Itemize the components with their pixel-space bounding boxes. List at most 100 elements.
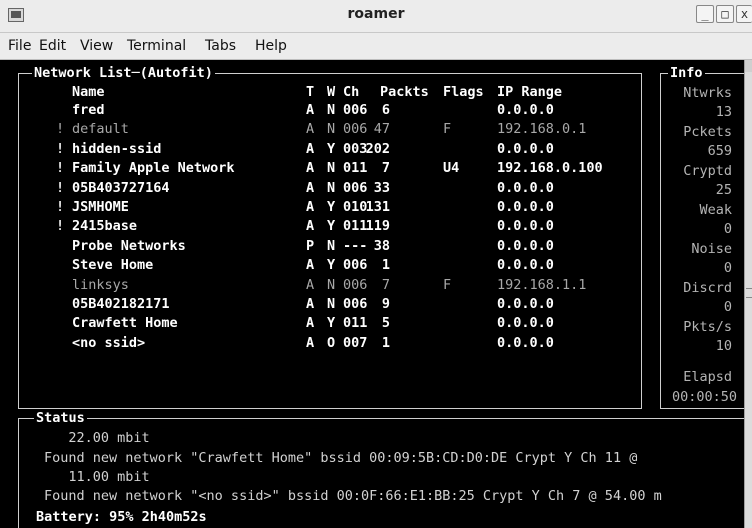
network-row-packets: 131 <box>365 199 390 215</box>
col-header-name: Name <box>72 84 105 100</box>
info-value: 10 <box>715 338 732 354</box>
vertical-scrollbar[interactable] <box>744 60 752 528</box>
info-value: 0 <box>723 299 732 315</box>
network-row-w: N <box>327 237 336 254</box>
network-row-w: Y <box>327 140 336 157</box>
elapsed-label: Elapsd <box>683 369 732 385</box>
network-row-packets: 7 <box>381 160 390 177</box>
network-row-ip: 0.0.0.0 <box>497 199 554 215</box>
network-row-packets: 1 <box>381 334 390 351</box>
network-row-marker: ! <box>56 218 65 235</box>
network-row-name[interactable]: default <box>72 120 129 138</box>
network-row-name[interactable]: Family Apple Network <box>72 159 235 177</box>
info-label: Discrd <box>683 280 732 296</box>
network-row-flags: F <box>443 276 452 293</box>
network-row-marker: ! <box>56 160 65 177</box>
status-title: Status <box>34 410 87 426</box>
network-row-packets: 202 <box>365 140 390 157</box>
network-row-name[interactable]: Steve Home <box>72 256 153 274</box>
network-row-packets: 33 <box>373 179 390 196</box>
network-row-ip: 0.0.0.0 <box>497 315 554 332</box>
network-row-t: A <box>306 140 315 157</box>
info-value: 25 <box>715 182 732 198</box>
network-row-t: A <box>306 218 315 235</box>
network-row-ip: 0.0.0.0 <box>497 218 554 235</box>
info-value: 0 <box>723 221 732 237</box>
network-row-w: N <box>327 121 336 138</box>
status-line: 22.00 mbit <box>44 430 150 446</box>
menu-file[interactable]: File <box>8 38 31 54</box>
status-line: Found new network "<no ssid>" bssid 00:0… <box>44 488 662 504</box>
col-header-t: T <box>306 84 315 100</box>
network-row-w: N <box>327 276 336 293</box>
network-row-ip: 0.0.0.0 <box>497 140 554 157</box>
title-bar: roamer _ □ x <box>0 0 752 33</box>
network-row-t: A <box>306 296 315 312</box>
network-row-name[interactable]: JSMHOME <box>72 198 129 216</box>
info-title: Info <box>668 65 705 81</box>
info-label: Cryptd <box>683 163 732 179</box>
network-row-marker: ! <box>56 140 65 157</box>
menu-tabs[interactable]: Tabs <box>205 38 236 54</box>
network-row-name[interactable]: hidden-ssid <box>72 140 161 158</box>
network-row-name[interactable]: 2415base <box>72 217 137 235</box>
network-row-ip: 0.0.0.0 <box>497 334 554 351</box>
network-list-title: Network List─(Autofit) <box>32 65 215 81</box>
col-header-packets: Packts <box>380 84 429 100</box>
network-row-t: P <box>306 237 315 254</box>
scroll-up-icon[interactable] <box>745 60 752 72</box>
network-row-name[interactable]: Probe Networks <box>72 237 186 255</box>
scrollbar-grip[interactable] <box>746 288 752 298</box>
battery-status: Battery: 95% 2h40m52s <box>34 509 209 525</box>
network-row-w: N <box>327 160 336 177</box>
status-line: Found new network "Crawfett Home" bssid … <box>44 450 638 466</box>
elapsed-value: 00:00:50 <box>670 389 740 405</box>
network-row-w: O <box>327 334 336 351</box>
minimize-icon[interactable]: _ <box>696 5 714 23</box>
network-row-name[interactable]: 05B403727164 <box>72 179 170 197</box>
network-row-name[interactable]: <no ssid> <box>72 334 145 352</box>
network-row-t: A <box>306 315 315 332</box>
network-row-name[interactable]: linksys <box>72 276 129 294</box>
network-row-packets: 47 <box>373 121 390 138</box>
network-row-name[interactable]: 05B402182171 <box>72 295 170 313</box>
maximize-icon[interactable]: □ <box>716 5 734 23</box>
network-row-packets: 1 <box>381 257 390 274</box>
menu-edit[interactable]: Edit <box>39 38 66 54</box>
menu-help[interactable]: Help <box>255 38 287 54</box>
network-row-ip: 0.0.0.0 <box>497 179 554 196</box>
info-label: Ntwrks <box>683 85 732 101</box>
info-label: Noise <box>691 241 732 257</box>
network-row-w: N <box>327 179 336 196</box>
network-row-ip: 0.0.0.0 <box>497 296 554 312</box>
col-header-flags: Flags <box>443 84 484 100</box>
network-row-ip: 0.0.0.0 <box>497 102 554 118</box>
network-row-w: Y <box>327 257 336 274</box>
info-label: Pckets <box>683 124 732 140</box>
network-row-t: A <box>306 121 315 138</box>
network-row-ip: 192.168.1.1 <box>497 276 587 293</box>
network-row-t: A <box>306 276 315 293</box>
menu-view[interactable]: View <box>80 38 113 54</box>
network-row-ip: 192.168.0.1 <box>497 121 587 138</box>
network-row-name[interactable]: Crawfett Home <box>72 314 178 332</box>
network-row-w: N <box>327 296 336 312</box>
network-row-marker: ! <box>56 121 65 138</box>
network-row-packets: 5 <box>381 315 390 332</box>
network-row-name[interactable]: fred <box>72 101 105 119</box>
network-list-title-text: Network List <box>34 65 132 81</box>
network-row-packets: 119 <box>365 218 390 235</box>
info-value: 659 <box>707 143 732 159</box>
network-row-t: A <box>306 160 315 177</box>
close-icon[interactable]: x <box>736 5 752 23</box>
network-row-t: A <box>306 257 315 274</box>
network-row-w: N <box>327 102 336 118</box>
terminal-area[interactable]: Network List─(Autofit) Name T W Ch Packt… <box>0 60 744 528</box>
network-row-w: Y <box>327 218 336 235</box>
menu-terminal[interactable]: Terminal <box>127 38 186 54</box>
network-row-packets: 7 <box>381 276 390 293</box>
info-label: Pkts/s <box>683 319 732 335</box>
network-list-mode: (Autofit) <box>139 65 213 81</box>
network-row-ip: 0.0.0.0 <box>497 237 554 254</box>
info-label: Weak <box>699 202 732 218</box>
